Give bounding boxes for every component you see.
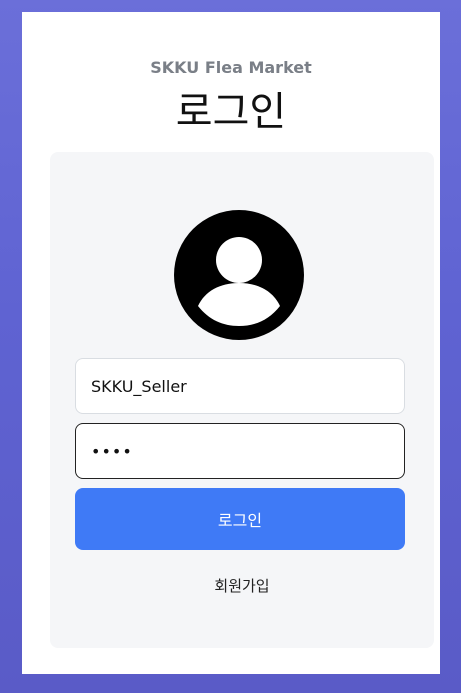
user-circle-icon	[174, 210, 304, 340]
signup-link[interactable]: 회원가입	[50, 575, 434, 596]
login-button[interactable]: 로그인	[75, 488, 405, 550]
brand-title: SKKU Flea Market	[150, 58, 312, 77]
username-input[interactable]	[75, 358, 405, 414]
password-input[interactable]	[75, 423, 405, 479]
page-title: 로그인	[175, 89, 287, 135]
login-panel: 로그인 회원가입	[50, 152, 434, 648]
login-card: SKKU Flea Market 로그인 로그인 회원가입	[22, 12, 440, 674]
